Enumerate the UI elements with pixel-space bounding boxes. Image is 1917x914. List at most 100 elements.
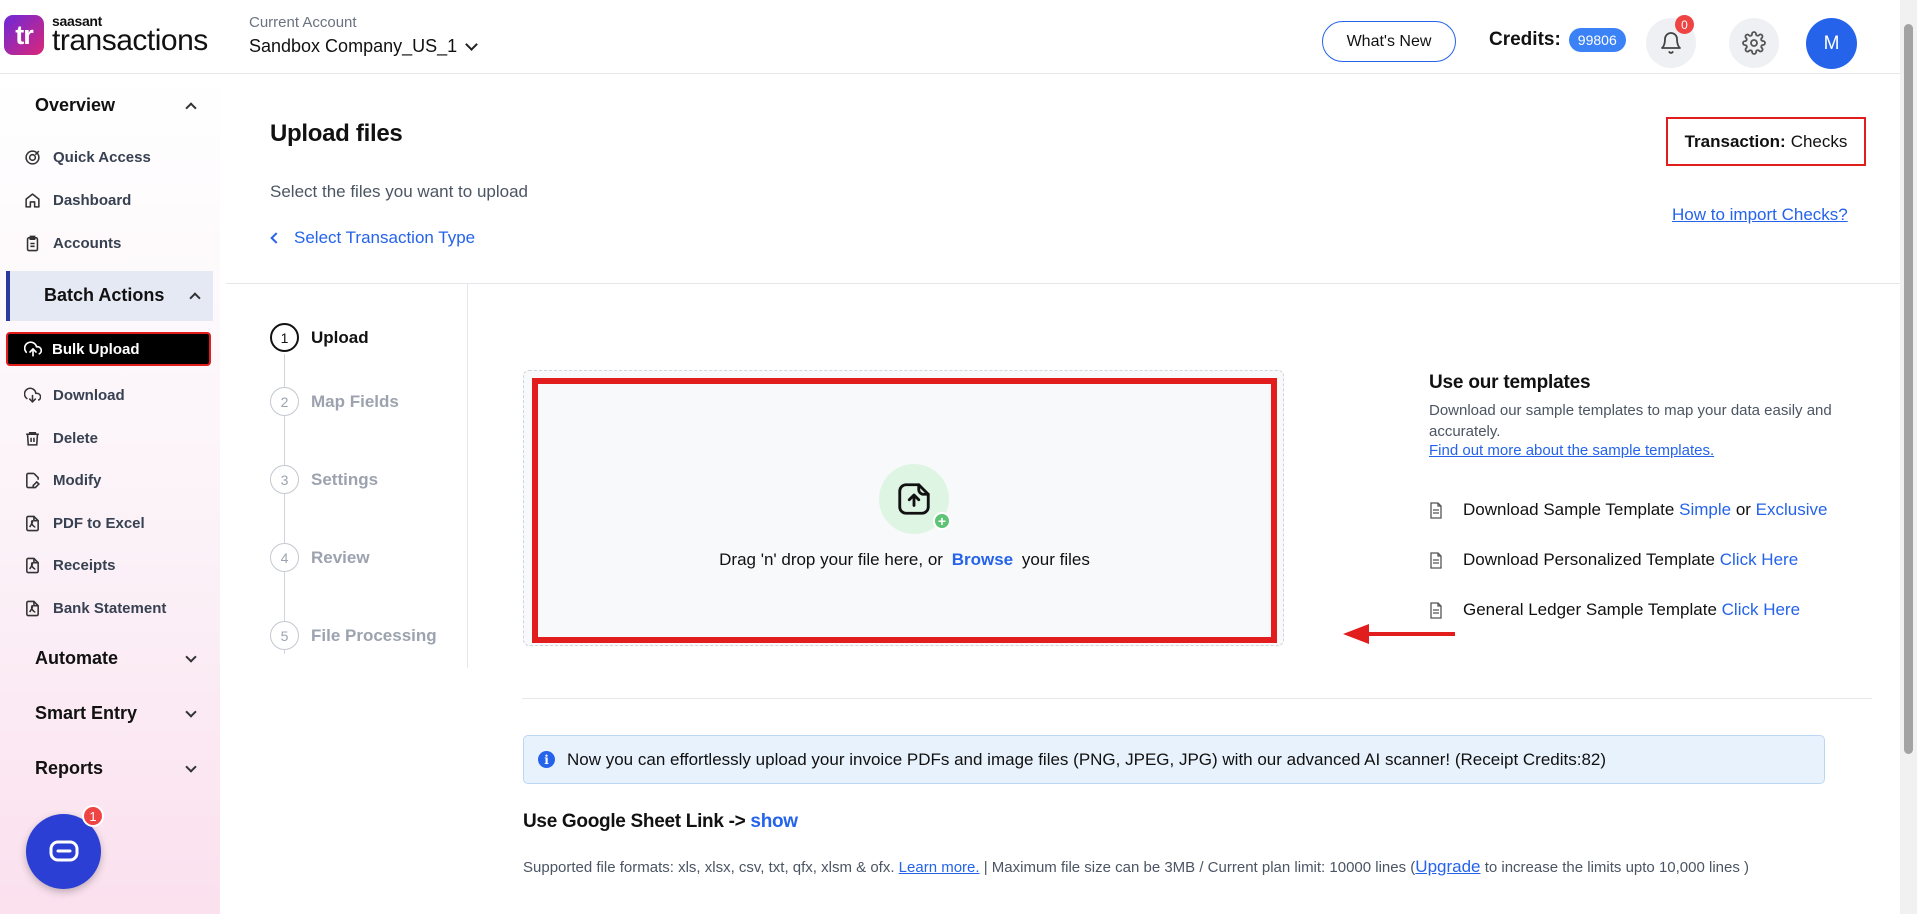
chevron-down-icon bbox=[465, 38, 479, 51]
info-icon: i bbox=[538, 751, 555, 768]
account-label: Current Account bbox=[249, 14, 357, 31]
step-number: 2 bbox=[270, 387, 299, 416]
exclusive-template-link[interactable]: Exclusive bbox=[1756, 500, 1828, 519]
batch-actions-label: Batch Actions bbox=[44, 285, 165, 305]
top-header: tr saasant transactions Current Account … bbox=[0, 0, 1900, 74]
sidebar-section-reports[interactable]: Reports bbox=[35, 758, 197, 779]
transaction-type-display: Transaction: Checks bbox=[1666, 117, 1866, 166]
sidebar-item-label: Bulk Upload bbox=[52, 340, 140, 358]
whats-new-button[interactable]: What's New bbox=[1322, 21, 1456, 62]
arrow-left-icon bbox=[1343, 624, 1455, 644]
chevron-down-icon bbox=[185, 705, 197, 718]
step-upload: 1 Upload bbox=[270, 323, 369, 352]
template-row-text: Download Sample Template bbox=[1463, 500, 1675, 519]
credits-display: Credits: 99806 bbox=[1489, 28, 1626, 52]
page-title: Upload files bbox=[270, 120, 403, 147]
sidebar-item-label: Receipts bbox=[53, 556, 116, 574]
browse-link[interactable]: Browse bbox=[952, 550, 1013, 569]
transaction-label: Transaction: bbox=[1684, 131, 1786, 151]
sidebar-item-bank-statement[interactable]: Bank Statement bbox=[24, 594, 210, 622]
divider bbox=[467, 284, 468, 668]
step-number: 3 bbox=[270, 465, 299, 494]
general-ledger-template-link[interactable]: Click Here bbox=[1722, 600, 1800, 619]
file-drop-zone[interactable]: + Drag 'n' drop your file here, or Brows… bbox=[532, 378, 1277, 643]
template-row-text: General Ledger Sample Template bbox=[1463, 600, 1717, 619]
how-to-import-link[interactable]: How to import Checks? bbox=[1672, 205, 1848, 225]
gsheet-label: Use Google Sheet Link -> bbox=[523, 811, 746, 832]
user-avatar[interactable]: M bbox=[1806, 18, 1857, 69]
sidebar-item-modify[interactable]: Modify bbox=[24, 466, 210, 494]
google-sheet-link-row: Use Google Sheet Link -> show bbox=[523, 811, 798, 833]
chat-icon bbox=[49, 840, 78, 861]
sidebar-item-download[interactable]: Download bbox=[24, 381, 210, 409]
template-row-general-ledger: General Ledger Sample Template Click Her… bbox=[1429, 600, 1800, 620]
sidebar-item-label: Accounts bbox=[53, 234, 122, 252]
step-settings: 3 Settings bbox=[270, 465, 378, 494]
target-icon bbox=[25, 149, 40, 165]
logo-product: transactions bbox=[52, 24, 208, 57]
gsheet-show-link[interactable]: show bbox=[750, 811, 798, 832]
sidebar-item-receipts[interactable]: Receipts bbox=[24, 551, 210, 579]
sidebar: Overview Quick Access Dashboard Accounts… bbox=[0, 74, 220, 914]
sidebar-item-quick-access[interactable]: Quick Access bbox=[24, 143, 210, 171]
plus-icon: + bbox=[933, 512, 951, 530]
chevron-up-icon bbox=[189, 291, 201, 304]
templates-description: Download our sample templates to map you… bbox=[1429, 402, 1832, 440]
template-row-sample: Download Sample Template Simple or Exclu… bbox=[1429, 500, 1827, 520]
select-transaction-type-link[interactable]: Select Transaction Type bbox=[270, 228, 475, 248]
settings-button[interactable] bbox=[1729, 18, 1779, 68]
sidebar-item-pdf-to-excel[interactable]: PDF to Excel bbox=[24, 509, 210, 537]
chevron-left-icon bbox=[270, 232, 282, 244]
drop-text-tail: your files bbox=[1021, 550, 1090, 569]
clipboard-icon bbox=[26, 235, 39, 251]
chevron-down-icon bbox=[185, 760, 197, 773]
receipt-icon bbox=[26, 557, 39, 573]
sidebar-section-batch-actions[interactable]: Batch Actions bbox=[6, 271, 213, 321]
sidebar-item-label: Quick Access bbox=[53, 148, 151, 166]
divider bbox=[522, 698, 1872, 699]
formats-limit-text: | Maximum file size can be 3MB / Current… bbox=[983, 859, 1416, 876]
app-logo[interactable]: tr saasant transactions bbox=[4, 14, 208, 56]
automate-label: Automate bbox=[35, 648, 119, 668]
step-number: 1 bbox=[270, 323, 299, 352]
sidebar-item-label: PDF to Excel bbox=[53, 514, 145, 532]
step-number: 5 bbox=[270, 621, 299, 650]
page-scrollbar[interactable] bbox=[1900, 0, 1917, 914]
personalized-template-link[interactable]: Click Here bbox=[1720, 550, 1798, 569]
home-icon bbox=[25, 192, 40, 208]
gear-icon bbox=[1742, 31, 1766, 55]
document-icon bbox=[1430, 601, 1442, 619]
sidebar-section-smart-entry[interactable]: Smart Entry bbox=[35, 703, 197, 724]
step-label: Upload bbox=[311, 327, 369, 347]
account-switcher[interactable]: Current Account Sandbox Company_US_1 bbox=[249, 14, 479, 57]
simple-template-link[interactable]: Simple bbox=[1679, 500, 1731, 519]
sidebar-item-delete[interactable]: Delete bbox=[24, 424, 210, 452]
edit-document-icon bbox=[26, 472, 40, 488]
sidebar-section-overview[interactable]: Overview bbox=[35, 95, 197, 116]
sidebar-item-dashboard[interactable]: Dashboard bbox=[24, 186, 210, 214]
step-label: Review bbox=[311, 547, 370, 567]
upgrade-link[interactable]: Upgrade bbox=[1415, 857, 1480, 876]
page-subtitle: Select the files you want to upload bbox=[270, 182, 528, 201]
sample-templates-link[interactable]: Find out more about the sample templates… bbox=[1429, 442, 1859, 459]
step-file-processing: 5 File Processing bbox=[270, 621, 437, 650]
chat-badge: 1 bbox=[82, 805, 104, 827]
trash-icon bbox=[26, 431, 39, 446]
template-or-text: or bbox=[1735, 500, 1751, 519]
main-content: Upload files Select the files you want t… bbox=[226, 74, 1900, 914]
template-row-personalized: Download Personalized Template Click Her… bbox=[1429, 550, 1798, 570]
notifications-button[interactable]: 0 bbox=[1646, 15, 1696, 68]
templates-panel: Use our templates Download our sample te… bbox=[1429, 372, 1859, 619]
notification-count-badge: 0 bbox=[1675, 15, 1694, 34]
sidebar-item-bulk-upload[interactable]: Bulk Upload bbox=[6, 332, 211, 366]
scrollbar-thumb[interactable] bbox=[1904, 24, 1913, 754]
credits-label: Credits: bbox=[1489, 29, 1561, 50]
learn-more-link[interactable]: Learn more. bbox=[899, 859, 980, 876]
sidebar-section-automate[interactable]: Automate bbox=[35, 648, 197, 669]
step-review: 4 Review bbox=[270, 543, 370, 572]
formats-tail-text: to increase the limits upto 10,000 lines… bbox=[1484, 859, 1749, 876]
credits-badge: 99806 bbox=[1568, 28, 1626, 52]
chevron-up-icon bbox=[185, 101, 197, 114]
sidebar-item-accounts[interactable]: Accounts bbox=[24, 229, 210, 257]
document-icon bbox=[1430, 551, 1442, 569]
